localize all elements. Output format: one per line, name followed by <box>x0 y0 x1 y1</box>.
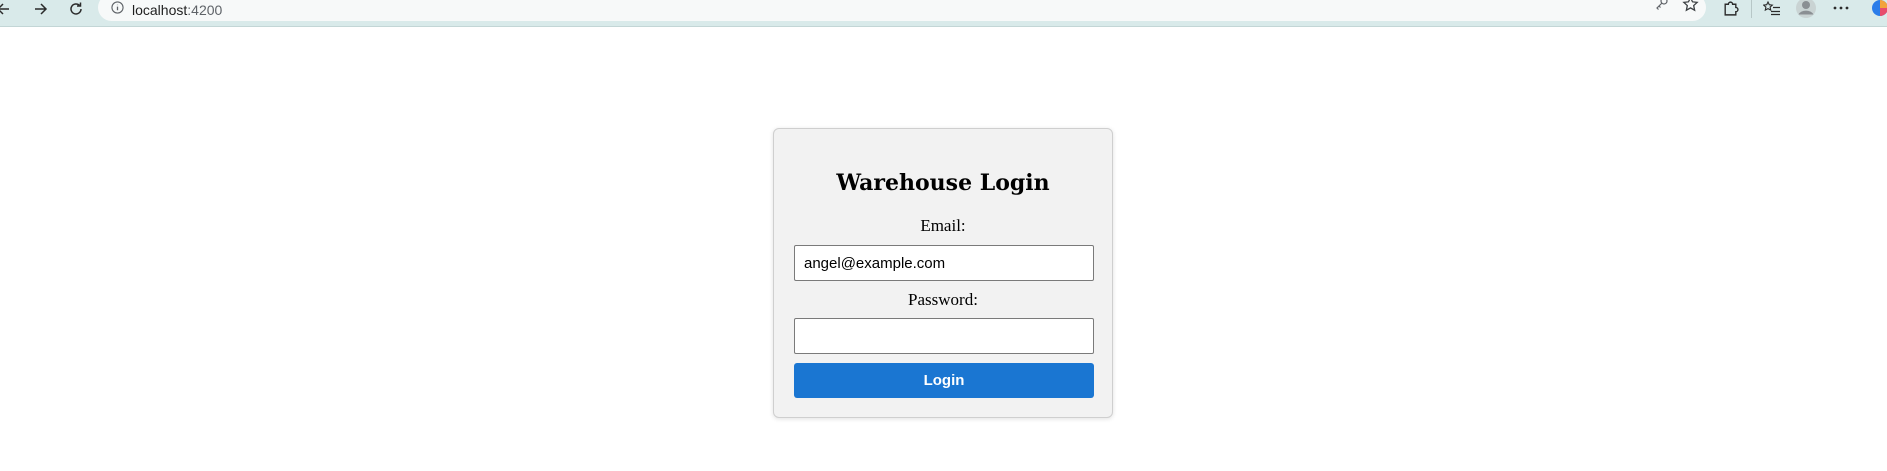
login-card: Warehouse Login Email: Password: Login <box>773 128 1113 418</box>
browser-toolbar: localhost:4200 <box>0 0 1887 27</box>
forward-button[interactable] <box>28 0 52 18</box>
url-port: :4200 <box>187 1 223 18</box>
arrow-left-icon <box>0 3 9 15</box>
email-field[interactable] <box>794 245 1094 281</box>
password-field[interactable] <box>794 318 1094 354</box>
copilot-icon[interactable] <box>1868 0 1887 18</box>
reload-icon <box>70 2 82 15</box>
address-bar[interactable]: localhost:4200 <box>98 0 1706 21</box>
reload-button[interactable] <box>64 0 88 18</box>
profile-avatar-icon[interactable] <box>1794 0 1818 18</box>
favorites-list-icon[interactable] <box>1760 0 1784 18</box>
login-button[interactable]: Login <box>794 363 1094 398</box>
key-icon[interactable] <box>1651 0 1673 14</box>
password-label: Password: <box>908 290 978 309</box>
more-icon[interactable] <box>1829 0 1853 18</box>
address-url: localhost:4200 <box>132 0 222 18</box>
url-host: localhost <box>132 1 188 18</box>
arrow-right-icon <box>35 3 48 15</box>
login-title: Warehouse Login <box>836 170 1050 196</box>
toolbar-divider <box>1751 0 1752 18</box>
email-label: Email: <box>920 216 966 235</box>
puzzle-icon[interactable] <box>1718 0 1742 18</box>
star-icon[interactable] <box>1679 0 1701 14</box>
back-button[interactable] <box>0 0 16 18</box>
info-icon[interactable] <box>110 1 124 15</box>
